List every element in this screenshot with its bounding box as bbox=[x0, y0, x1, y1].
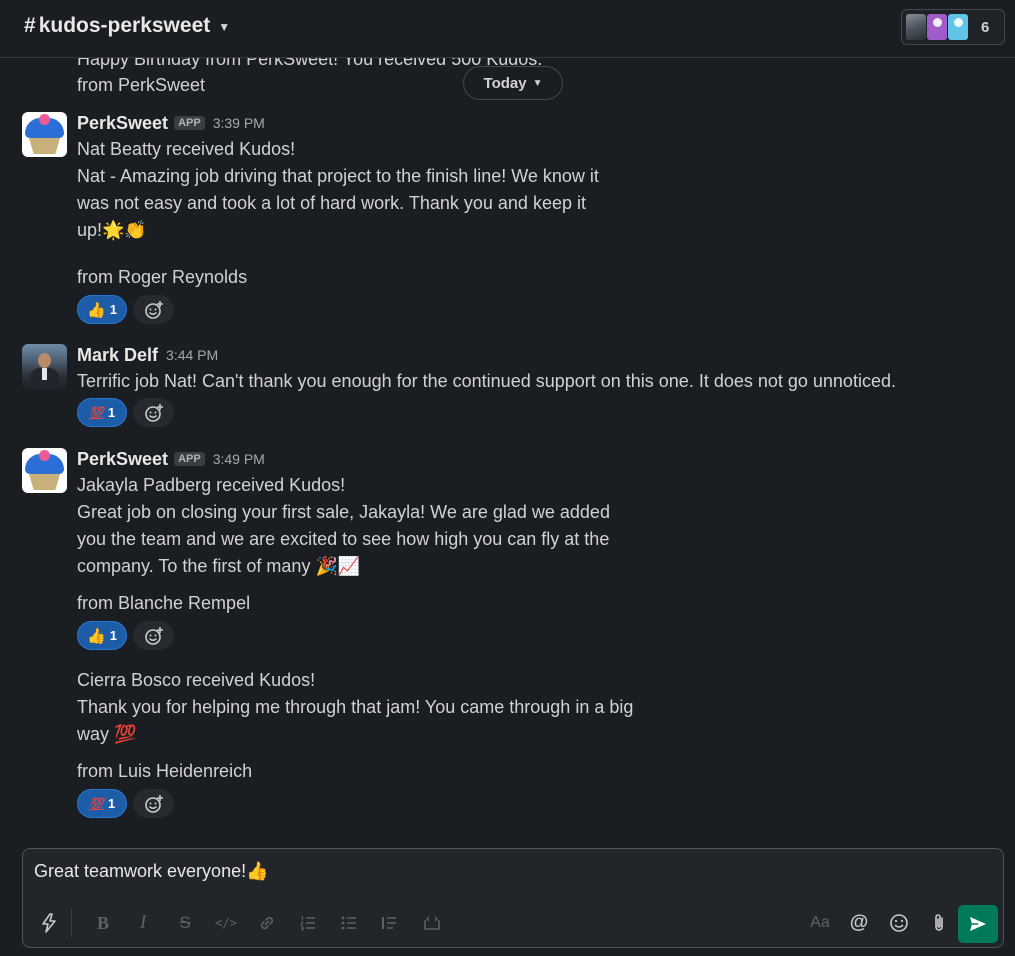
reaction-hundred[interactable]: 💯 1 bbox=[77, 789, 127, 818]
formatting-toggle-button[interactable]: Aa bbox=[806, 909, 834, 937]
italic-button[interactable]: I bbox=[129, 909, 157, 937]
member-avatar bbox=[906, 14, 926, 40]
message-from-line: from Blanche Rempel bbox=[77, 593, 251, 613]
message-text: Great job on closing your first sale, Ja… bbox=[77, 502, 610, 522]
reaction-hundred[interactable]: 💯 1 bbox=[77, 398, 127, 427]
channel-title: kudos-perksweet bbox=[38, 14, 211, 37]
add-reaction-button[interactable] bbox=[133, 789, 174, 818]
channel-hash: # bbox=[24, 14, 36, 37]
reaction-count: 1 bbox=[109, 302, 117, 317]
sender-name[interactable]: PerkSweet bbox=[77, 449, 168, 470]
reaction-thumbs-up[interactable]: 👍 1 bbox=[77, 295, 127, 324]
send-icon bbox=[970, 917, 986, 931]
lightning-icon bbox=[42, 913, 56, 933]
member-avatar bbox=[927, 14, 947, 40]
message-header: PerkSweet APP 3:39 PM bbox=[77, 110, 265, 136]
link-icon bbox=[260, 916, 274, 930]
message-text: Cierra Bosco received Kudos! bbox=[77, 670, 316, 690]
chevron-down-icon: ▼ bbox=[532, 77, 543, 89]
thumbs-up-icon: 👍 bbox=[87, 627, 106, 645]
composer-toolbar: B I S </> Aa @ bbox=[23, 903, 1003, 943]
chevron-down-icon: ▼ bbox=[218, 20, 231, 34]
code-block-button[interactable] bbox=[418, 909, 446, 937]
message-list: Happy Birthday from PerkSweet! You recei… bbox=[0, 0, 1015, 840]
reaction-count: 1 bbox=[107, 405, 116, 420]
reaction-count: 1 bbox=[109, 628, 117, 643]
message-text: Nat - Amazing job driving that project t… bbox=[77, 166, 599, 186]
mention-button[interactable]: @ bbox=[845, 909, 873, 937]
reaction-bar: 💯 1 bbox=[77, 398, 174, 427]
add-reaction-button[interactable] bbox=[133, 398, 174, 427]
date-divider-label: Today bbox=[483, 74, 527, 92]
message-input[interactable]: Great teamwork everyone!👍 bbox=[34, 861, 974, 891]
ordered-list-icon bbox=[300, 916, 315, 931]
shortcuts-button[interactable] bbox=[35, 909, 63, 937]
members-button[interactable]: 6 bbox=[901, 9, 1005, 45]
perksweet-avatar[interactable] bbox=[22, 112, 67, 157]
member-avatar bbox=[948, 14, 968, 40]
ordered-list-button[interactable] bbox=[294, 909, 322, 937]
strikethrough-button[interactable]: S bbox=[171, 909, 199, 937]
add-reaction-button[interactable] bbox=[133, 295, 174, 324]
reaction-bar: 💯 1 bbox=[77, 789, 174, 818]
message-text: Terrific job Nat! Can't thank you enough… bbox=[77, 371, 896, 391]
message-from-line: from Luis Heidenreich bbox=[77, 761, 253, 781]
sender-name[interactable]: PerkSweet bbox=[77, 113, 168, 134]
channel-title-button[interactable]: # kudos-perksweet ▼ bbox=[24, 14, 230, 38]
message-from-line: from Roger Reynolds bbox=[77, 267, 248, 287]
blockquote-icon bbox=[382, 917, 396, 929]
bold-button[interactable]: B bbox=[89, 909, 117, 937]
add-emoji-icon bbox=[144, 626, 163, 645]
paperclip-icon bbox=[935, 914, 943, 931]
blockquote-button[interactable] bbox=[375, 909, 403, 937]
bulleted-list-icon bbox=[341, 916, 356, 930]
message-text: Jakayla Padberg received Kudos! bbox=[77, 475, 346, 495]
hundred-points-icon: 💯 bbox=[88, 796, 104, 811]
message-text: was not easy and took a lot of hard work… bbox=[77, 193, 586, 213]
reaction-count: 1 bbox=[107, 796, 116, 811]
reaction-bar: 👍 1 bbox=[77, 295, 174, 324]
sender-name[interactable]: Mark Delf bbox=[77, 345, 158, 366]
message-timestamp[interactable]: 3:44 PM bbox=[166, 347, 218, 363]
bulleted-list-button[interactable] bbox=[335, 909, 363, 937]
code-button[interactable]: </> bbox=[212, 909, 240, 937]
message-text: up!🌟👏 bbox=[77, 220, 147, 240]
message-header: Mark Delf 3:44 PM bbox=[77, 342, 218, 368]
message-composer: Great teamwork everyone!👍 B I S </> Aa @ bbox=[22, 848, 1004, 948]
message-timestamp[interactable]: 3:49 PM bbox=[213, 451, 265, 467]
app-badge: APP bbox=[174, 452, 205, 466]
attach-button[interactable] bbox=[925, 909, 953, 937]
emoji-button[interactable] bbox=[885, 909, 913, 937]
message-text: Thank you for helping me through that ja… bbox=[77, 697, 634, 717]
channel-header: # kudos-perksweet ▼ 6 bbox=[0, 0, 1015, 58]
add-emoji-icon bbox=[144, 794, 163, 813]
code-block-icon bbox=[424, 916, 440, 930]
message-text: way 💯 bbox=[77, 724, 137, 744]
mark-delf-avatar[interactable] bbox=[22, 344, 67, 389]
member-count: 6 bbox=[981, 18, 990, 36]
app-badge: APP bbox=[174, 116, 205, 130]
reaction-bar: 👍 1 bbox=[77, 621, 174, 650]
message-header: PerkSweet APP 3:49 PM bbox=[77, 446, 265, 472]
link-button[interactable] bbox=[253, 909, 281, 937]
reaction-thumbs-up[interactable]: 👍 1 bbox=[77, 621, 127, 650]
message-text: you the team and we are excited to see h… bbox=[77, 529, 610, 549]
perksweet-avatar[interactable] bbox=[22, 448, 67, 493]
send-button[interactable] bbox=[958, 905, 998, 943]
emoji-icon bbox=[890, 914, 908, 932]
hundred-points-icon: 💯 bbox=[88, 405, 104, 420]
thumbs-up-icon: 👍 bbox=[87, 301, 106, 319]
date-divider-button[interactable]: Today ▼ bbox=[463, 66, 563, 100]
message-text: Nat Beatty received Kudos! bbox=[77, 139, 296, 159]
add-emoji-icon bbox=[144, 403, 163, 422]
message-timestamp[interactable]: 3:39 PM bbox=[213, 115, 265, 131]
toolbar-divider bbox=[71, 909, 72, 937]
message-from-line: from PerkSweet bbox=[77, 75, 206, 95]
add-emoji-icon bbox=[144, 300, 163, 319]
message-text: company. To the first of many 🎉📈 bbox=[77, 556, 361, 576]
add-reaction-button[interactable] bbox=[133, 621, 174, 650]
